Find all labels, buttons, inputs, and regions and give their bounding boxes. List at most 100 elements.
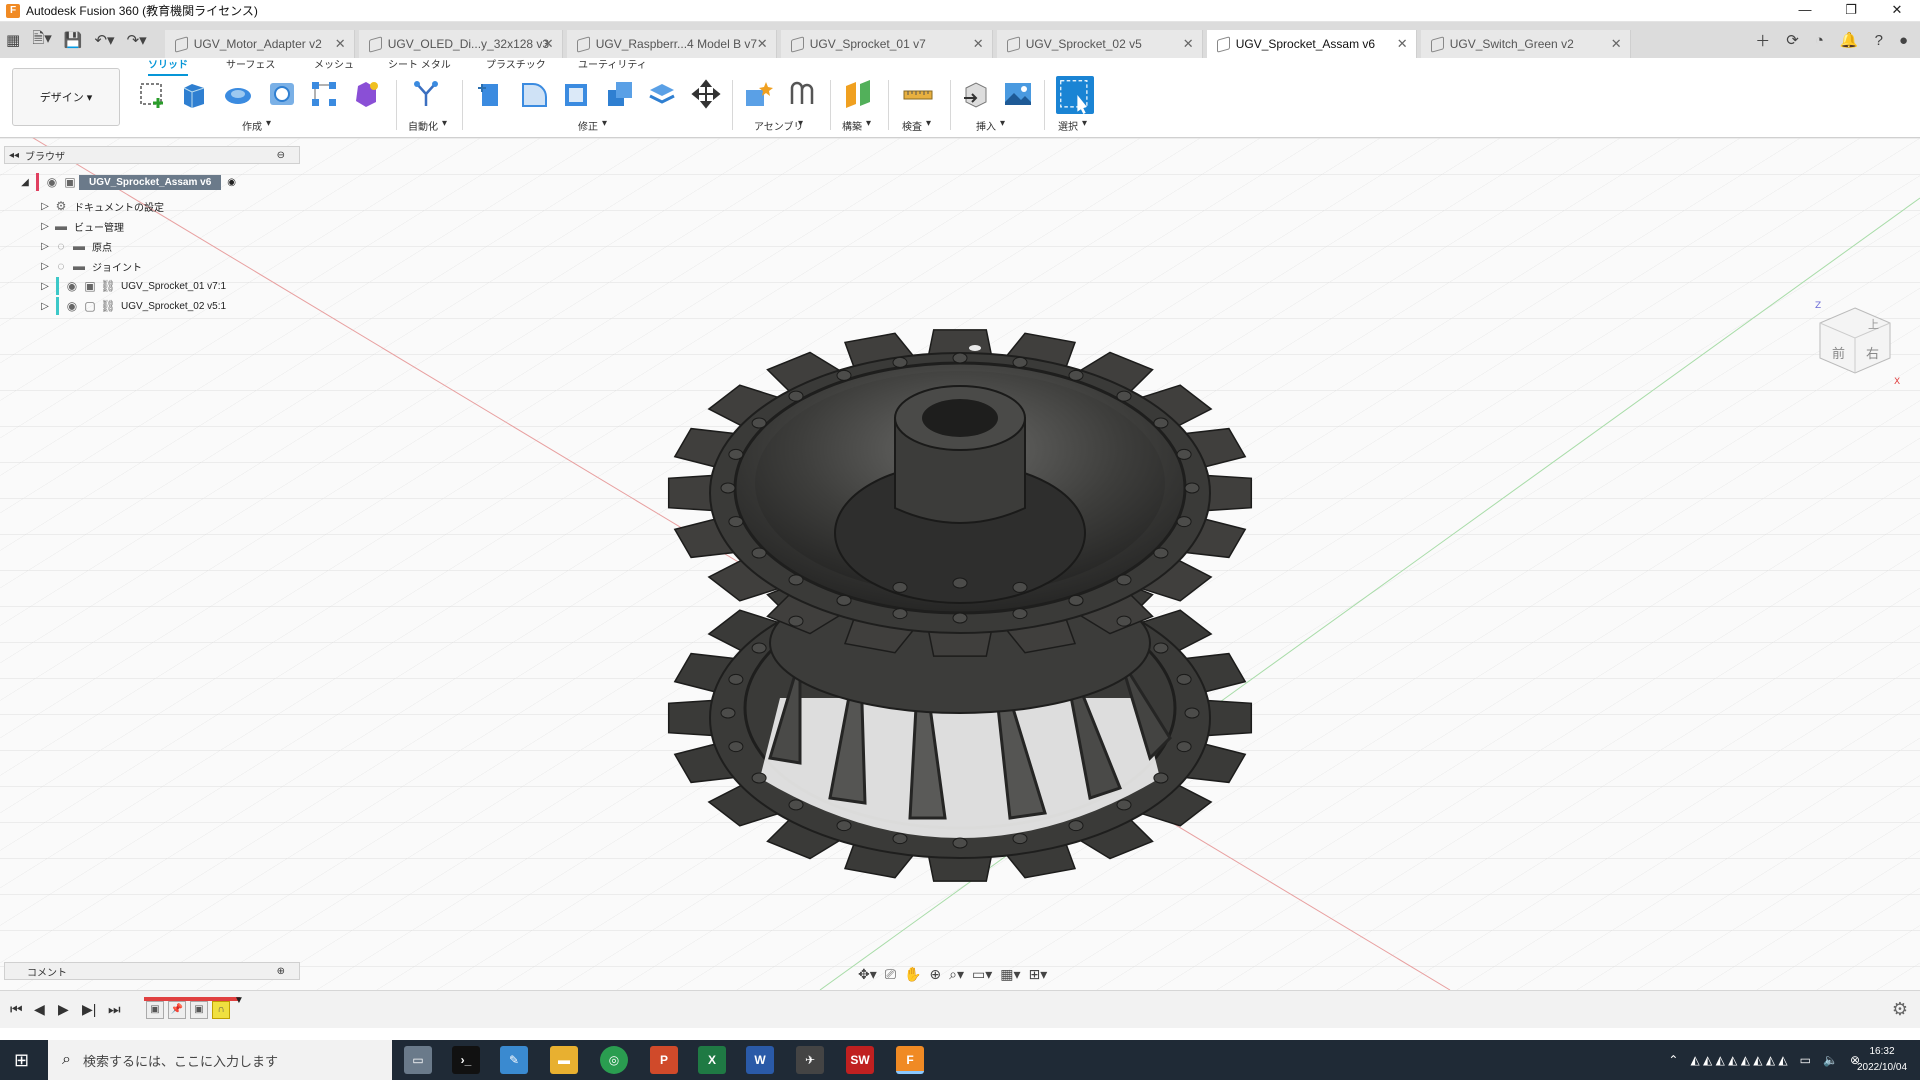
doc-tab-raspberry[interactable]: UGV_Raspberr...4 Model B v7 ✕ [566, 30, 777, 58]
word-app-icon[interactable]: W [746, 1046, 774, 1074]
viewcube-top-label[interactable]: 上 [1868, 318, 1879, 331]
insert-canvas-icon[interactable] [1002, 78, 1034, 110]
hidden-eye-icon[interactable]: ◌ [52, 259, 70, 273]
app-grid-icon[interactable]: ▦ [6, 31, 20, 49]
group-automate-dropdown-icon[interactable]: ▾ [442, 118, 447, 129]
group-label-automate[interactable]: 自動化 [408, 118, 438, 133]
group-create-dropdown-icon[interactable]: ▾ [266, 118, 271, 129]
ribbon-tab-surface[interactable]: サーフェス [226, 58, 275, 76]
go-to-end-icon[interactable]: ⏭ [108, 1001, 121, 1018]
online-status-icon[interactable]: ⟳ [1786, 31, 1799, 49]
chrome-app-icon[interactable]: ◎ [600, 1046, 628, 1074]
browser-item-sprocket-02[interactable]: ▷ ◉ ▢ ⛓ UGV_Sprocket_02 v5:1 [38, 296, 226, 316]
view-cube[interactable]: 上 前 右 Z X [1810, 298, 1900, 388]
tray-apps-icon[interactable]: ◭ ◭ ◭ ◭ ◭ ◭ ◭ ◭ [1690, 1053, 1787, 1067]
notepad-app-icon[interactable]: ✎ [500, 1046, 528, 1074]
terminal-app-icon[interactable]: ›_ [452, 1046, 480, 1074]
browser-item-origin[interactable]: ▷ ◌ ▬ 原点 [38, 236, 112, 256]
close-tab-icon[interactable]: ✕ [543, 36, 554, 52]
notification-bell-icon[interactable]: 🔔 [1840, 31, 1859, 49]
insert-derive-icon[interactable] [960, 78, 992, 110]
game-app-icon[interactable]: ✈ [796, 1046, 824, 1074]
tray-overflow-chevron-icon[interactable]: ⌃ [1668, 1053, 1678, 1067]
expand-arrow-icon[interactable]: ▷ [38, 241, 52, 252]
group-inspect-dropdown-icon[interactable]: ▾ [926, 118, 931, 129]
collapse-browser-icon[interactable]: ◂◂ [9, 150, 19, 161]
file-menu-icon[interactable]: 🗎▾ [32, 28, 52, 53]
group-modify-dropdown-icon[interactable]: ▾ [602, 118, 607, 129]
taskbar-clock[interactable]: 16:32 2022/10/04 [1852, 1044, 1912, 1076]
expand-arrow-icon[interactable]: ▷ [38, 221, 52, 232]
redo-icon[interactable]: ↷▾ [127, 31, 147, 49]
offset-plane-icon[interactable] [842, 78, 874, 110]
pattern-icon[interactable] [308, 78, 340, 110]
go-to-start-icon[interactable]: ⏮ [10, 1001, 23, 1018]
browser-item-sprocket-01[interactable]: ▷ ◉ ▣ ⛓ UGV_Sprocket_01 v7:1 [38, 276, 226, 296]
ribbon-tab-sheet-metal[interactable]: シート メタル [388, 58, 451, 76]
play-icon[interactable]: ▶ [58, 1001, 69, 1018]
orbit-icon[interactable]: ✥▾ [858, 966, 877, 983]
extrude-icon[interactable] [178, 78, 210, 110]
ribbon-tab-utility[interactable]: ユーティリティ [578, 58, 647, 76]
shell-icon[interactable] [560, 78, 592, 110]
taskbar-search-box[interactable]: ⌕ 検索するには、ここに入力します [48, 1040, 392, 1080]
viewports-icon[interactable]: ⊞▾ [1029, 966, 1048, 983]
timeline-feature-pin-icon[interactable]: 📌 [168, 1001, 186, 1019]
fusion-360-app-icon[interactable]: F [896, 1046, 924, 1074]
doc-tab-sprocket-02[interactable]: UGV_Sprocket_02 v5 ✕ [996, 30, 1203, 58]
joint-icon[interactable] [786, 78, 818, 110]
expand-arrow-icon[interactable]: ▷ [38, 301, 52, 312]
new-tab-icon[interactable]: ＋ [1755, 30, 1770, 51]
timeline-feature-joint-icon[interactable]: ∩ [212, 1001, 230, 1019]
grid-settings-icon[interactable]: ▦▾ [1000, 966, 1020, 983]
new-component-icon[interactable] [742, 78, 774, 110]
timeline-playhead-icon[interactable]: ▼ [234, 995, 244, 1006]
hidden-eye-icon[interactable]: ◌ [52, 239, 70, 253]
group-construct-dropdown-icon[interactable]: ▾ [866, 118, 871, 129]
group-label-inspect[interactable]: 検査 [902, 118, 922, 133]
visibility-eye-icon[interactable]: ◉ [63, 279, 81, 293]
excel-app-icon[interactable]: X [698, 1046, 726, 1074]
create-form-icon[interactable] [350, 78, 382, 110]
create-sketch-icon[interactable] [136, 78, 168, 110]
browser-item-named-views[interactable]: ▷ ▬ ビュー管理 [38, 216, 124, 236]
group-label-create[interactable]: 作成 [242, 118, 262, 133]
user-avatar-icon[interactable]: ● [1899, 32, 1908, 49]
browser-item-joints[interactable]: ▷ ◌ ▬ ジョイント [38, 256, 142, 276]
combine-icon[interactable] [604, 78, 636, 110]
group-select-dropdown-icon[interactable]: ▾ [1082, 118, 1087, 129]
automate-icon[interactable] [410, 78, 442, 110]
timeline-settings-gear-icon[interactable]: ⚙ [1892, 999, 1908, 1020]
viewcube-right-label[interactable]: 右 [1866, 347, 1879, 362]
undo-icon[interactable]: ↶▾ [94, 31, 114, 49]
powerpoint-app-icon[interactable]: P [650, 1046, 678, 1074]
pan-hand-icon[interactable]: ✋ [904, 966, 921, 983]
close-tab-icon[interactable]: ✕ [335, 36, 346, 52]
step-back-icon[interactable]: ◀ [34, 1001, 45, 1018]
fillet-icon[interactable] [518, 78, 550, 110]
job-status-icon[interactable]: ◔ [1815, 32, 1824, 49]
activate-radio-icon[interactable]: ◉ [227, 177, 236, 188]
comment-panel[interactable]: コメント ⊕ [4, 962, 300, 980]
comment-add-icon[interactable]: ⊕ [277, 966, 285, 977]
expand-arrow-icon[interactable]: ▷ [38, 261, 52, 272]
expand-arrow-icon[interactable]: ◢ [18, 177, 32, 188]
ribbon-tab-solid[interactable]: ソリッド [148, 58, 188, 76]
expand-arrow-icon[interactable]: ▷ [38, 201, 52, 212]
zoom-window-icon[interactable]: ⌕▾ [949, 966, 964, 983]
display-settings-icon[interactable]: ▭▾ [972, 966, 992, 983]
close-tab-icon[interactable]: ✕ [1183, 36, 1194, 52]
group-label-assemble[interactable]: アセンブリ [754, 118, 804, 133]
browser-item-document-settings[interactable]: ▷ ⚙ ドキュメントの設定 [38, 196, 164, 216]
expand-arrow-icon[interactable]: ▷ [38, 281, 52, 292]
measure-icon[interactable] [902, 78, 934, 110]
help-icon[interactable]: ? [1875, 32, 1883, 49]
revolve-icon[interactable] [222, 78, 254, 110]
move-copy-icon[interactable] [690, 78, 722, 110]
group-label-modify[interactable]: 修正 [578, 118, 598, 133]
close-tab-icon[interactable]: ✕ [973, 36, 984, 52]
close-window-icon[interactable]: ✕ [1874, 0, 1920, 22]
press-pull-icon[interactable] [474, 78, 506, 110]
task-view-icon[interactable]: ▭ [404, 1046, 432, 1074]
browser-root-node[interactable]: ◢ ◉ ▣ UGV_Sprocket_Assam v6 ◉ [18, 172, 236, 192]
